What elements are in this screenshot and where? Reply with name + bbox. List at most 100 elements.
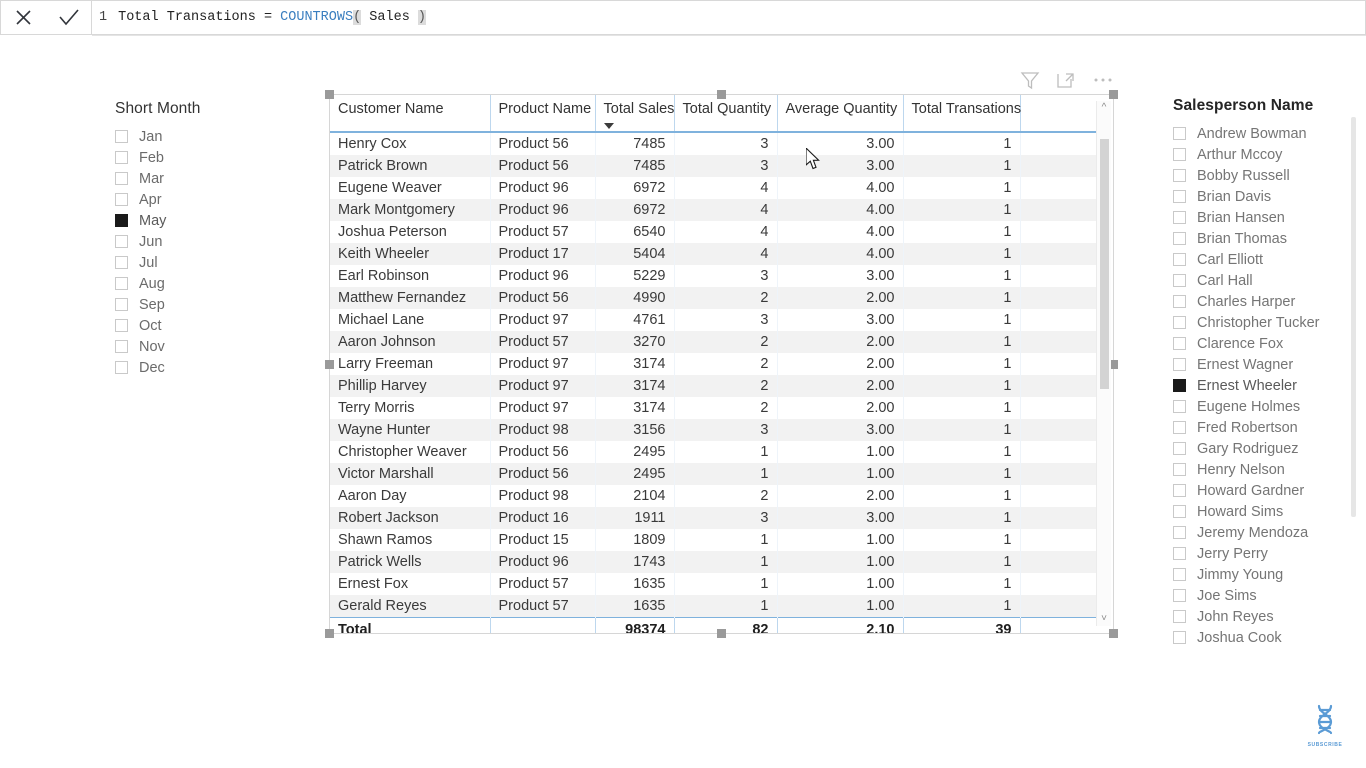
slicer-salesperson-item[interactable]: Henry Nelson bbox=[1173, 459, 1353, 480]
slicer-short-month-item[interactable]: Jul bbox=[115, 252, 305, 273]
table-row[interactable]: Eugene Weaver Product 96 6972 4 4.00 1 bbox=[330, 177, 1100, 199]
checkbox-icon[interactable] bbox=[115, 319, 128, 332]
slicer-salesperson-item[interactable]: John Reyes bbox=[1173, 606, 1353, 627]
table-cell[interactable]: 3.00 bbox=[777, 265, 904, 287]
table-cell[interactable]: Product 16 bbox=[490, 507, 596, 529]
table-cell[interactable]: 1.00 bbox=[777, 573, 904, 595]
slicer-salesperson-item[interactable]: Jeremy Mendoza bbox=[1173, 522, 1353, 543]
table-cell[interactable]: 1635 bbox=[595, 573, 675, 595]
checkbox-icon[interactable] bbox=[1173, 589, 1186, 602]
table-cell[interactable]: Henry Cox bbox=[330, 132, 491, 155]
commit-edit-button[interactable] bbox=[52, 3, 86, 33]
slicer-short-month-item[interactable]: Jan bbox=[115, 126, 305, 147]
table-cell[interactable]: Product 96 bbox=[490, 177, 596, 199]
table-cell[interactable]: Product 56 bbox=[490, 287, 596, 309]
table-cell[interactable]: Shawn Ramos bbox=[330, 529, 491, 551]
filter-icon[interactable] bbox=[1020, 70, 1040, 90]
table-cell[interactable]: 3.00 bbox=[777, 419, 904, 441]
table-cell[interactable]: Victor Marshall bbox=[330, 463, 491, 485]
table-row[interactable]: Robert Jackson Product 16 1911 3 3.00 1 bbox=[330, 507, 1100, 529]
table-row[interactable]: Keith Wheeler Product 17 5404 4 4.00 1 bbox=[330, 243, 1100, 265]
table-cell[interactable]: Product 57 bbox=[490, 221, 596, 243]
checkbox-icon[interactable] bbox=[1173, 463, 1186, 476]
table-column-header[interactable]: Total Transations bbox=[903, 95, 1021, 133]
table-cell[interactable]: 3.00 bbox=[777, 507, 904, 529]
table-cell[interactable]: Product 97 bbox=[490, 353, 596, 375]
table-cell[interactable]: 4.00 bbox=[777, 221, 904, 243]
slicer-short-month-item[interactable]: Aug bbox=[115, 273, 305, 294]
table-cell[interactable]: 7485 bbox=[595, 132, 675, 155]
table-row[interactable]: Patrick Wells Product 96 1743 1 1.00 1 bbox=[330, 551, 1100, 573]
table-cell[interactable]: 2 bbox=[674, 485, 778, 507]
table-cell[interactable]: 4 bbox=[674, 199, 778, 221]
table-cell[interactable]: Joshua Peterson bbox=[330, 221, 491, 243]
resize-handle-bottom-left[interactable] bbox=[325, 629, 334, 638]
checkbox-icon[interactable] bbox=[1173, 295, 1186, 308]
table-column-header[interactable]: Customer Name bbox=[330, 95, 491, 133]
table-cell[interactable]: 1 bbox=[903, 595, 1021, 618]
table-cell[interactable]: Christopher Weaver bbox=[330, 441, 491, 463]
table-cell[interactable]: Product 15 bbox=[490, 529, 596, 551]
table-cell[interactable]: 2 bbox=[674, 287, 778, 309]
table-cell[interactable]: 1 bbox=[903, 177, 1021, 199]
table-cell[interactable]: 5229 bbox=[595, 265, 675, 287]
table-cell[interactable]: Product 98 bbox=[490, 485, 596, 507]
table-cell[interactable]: Product 96 bbox=[490, 199, 596, 221]
slicer-salesperson-item[interactable]: Gary Rodriguez bbox=[1173, 438, 1353, 459]
table-row[interactable]: Larry Freeman Product 97 3174 2 2.00 1 bbox=[330, 353, 1100, 375]
slicer-salesperson-item[interactable]: Howard Sims bbox=[1173, 501, 1353, 522]
table-cell[interactable]: 1 bbox=[674, 463, 778, 485]
table-cell[interactable]: 2.00 bbox=[777, 397, 904, 419]
resize-handle-top-center[interactable] bbox=[717, 90, 726, 99]
checkbox-icon[interactable] bbox=[1173, 547, 1186, 560]
table-vertical-scrollbar[interactable]: ^ ˅ bbox=[1096, 101, 1111, 626]
slicer-short-month-item[interactable]: Oct bbox=[115, 315, 305, 336]
table-row[interactable]: Phillip Harvey Product 97 3174 2 2.00 1 bbox=[330, 375, 1100, 397]
table-cell[interactable]: 1.00 bbox=[777, 463, 904, 485]
table-row[interactable]: Michael Lane Product 97 4761 3 3.00 1 bbox=[330, 309, 1100, 331]
checkbox-icon[interactable] bbox=[115, 172, 128, 185]
table-cell[interactable]: 1 bbox=[674, 441, 778, 463]
table-cell[interactable]: 4.00 bbox=[777, 199, 904, 221]
table-cell[interactable]: Michael Lane bbox=[330, 309, 491, 331]
checkbox-icon[interactable] bbox=[115, 361, 128, 374]
slicer-salesperson-item[interactable]: Fred Robertson bbox=[1173, 417, 1353, 438]
table-cell[interactable]: Product 97 bbox=[490, 397, 596, 419]
checkbox-icon[interactable] bbox=[1173, 400, 1186, 413]
table-cell[interactable]: 1 bbox=[903, 199, 1021, 221]
table-cell[interactable]: 4.00 bbox=[777, 243, 904, 265]
table-cell[interactable]: Aaron Day bbox=[330, 485, 491, 507]
table-visual[interactable]: Customer Name Product Name Total Sales Tota… bbox=[325, 90, 1118, 638]
checkbox-icon[interactable] bbox=[1173, 232, 1186, 245]
table-cell[interactable]: Keith Wheeler bbox=[330, 243, 491, 265]
slicer-salesperson-item[interactable]: Bobby Russell bbox=[1173, 165, 1353, 186]
formula-input[interactable]: 1 Total Transations = COUNTROWS( Sales ) bbox=[92, 0, 1366, 35]
table-cell[interactable]: 7485 bbox=[595, 155, 675, 177]
table-cell[interactable]: 1 bbox=[903, 419, 1021, 441]
table-cell[interactable]: 1 bbox=[903, 463, 1021, 485]
table-cell[interactable]: 2.00 bbox=[777, 485, 904, 507]
checkbox-icon[interactable] bbox=[1173, 274, 1186, 287]
resize-handle-top-right[interactable] bbox=[1109, 90, 1118, 99]
checkbox-icon[interactable] bbox=[1173, 190, 1186, 203]
slicer-salesperson-item[interactable]: Jerry Perry bbox=[1173, 543, 1353, 564]
table-cell[interactable]: Ernest Fox bbox=[330, 573, 491, 595]
table-row[interactable]: Matthew Fernandez Product 56 4990 2 2.00 1 bbox=[330, 287, 1100, 309]
checkbox-icon[interactable] bbox=[115, 277, 128, 290]
table-cell[interactable]: Matthew Fernandez bbox=[330, 287, 491, 309]
table-cell[interactable]: 6972 bbox=[595, 199, 675, 221]
slicer-salesperson-item[interactable]: Joshua Cook bbox=[1173, 627, 1353, 648]
table-cell[interactable]: Product 97 bbox=[490, 309, 596, 331]
table-cell[interactable]: 1 bbox=[903, 331, 1021, 353]
table-cell[interactable]: 1.00 bbox=[777, 551, 904, 573]
table-cell[interactable]: 1.00 bbox=[777, 595, 904, 618]
table-cell[interactable]: 3270 bbox=[595, 331, 675, 353]
table-cell[interactable]: Product 96 bbox=[490, 551, 596, 573]
scroll-up-arrow-icon[interactable]: ^ bbox=[1102, 101, 1107, 115]
table-cell[interactable]: 2 bbox=[674, 397, 778, 419]
table-cell[interactable]: 1635 bbox=[595, 595, 675, 618]
focus-mode-icon[interactable] bbox=[1056, 70, 1076, 90]
table-cell[interactable]: 3 bbox=[674, 419, 778, 441]
checkbox-icon[interactable] bbox=[1173, 169, 1186, 182]
table-cell[interactable]: 1.00 bbox=[777, 529, 904, 551]
